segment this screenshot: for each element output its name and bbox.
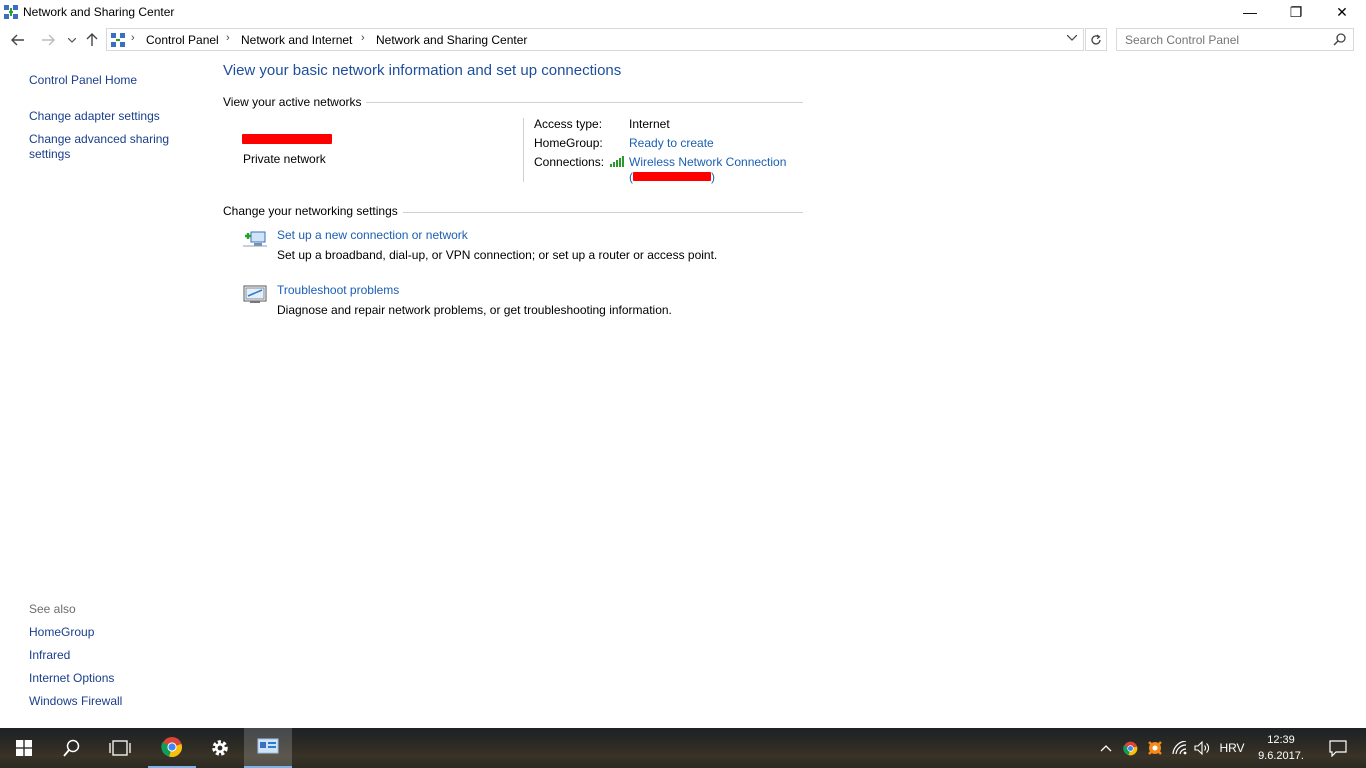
breadcrumb-network-sharing-center[interactable]: Network and Sharing Center: [376, 33, 527, 47]
back-button[interactable]: [8, 29, 28, 51]
breadcrumb-control-panel[interactable]: Control Panel: [146, 33, 219, 47]
tray-volume[interactable]: [1191, 728, 1213, 768]
show-hidden-icons-button[interactable]: [1096, 728, 1116, 768]
speaker-icon: [1194, 741, 1209, 755]
taskbar: HRV 12:39 9.6.2017.: [0, 728, 1366, 768]
breadcrumb-separator[interactable]: ›: [361, 32, 365, 44]
start-button[interactable]: [0, 728, 48, 768]
chevron-down-icon: [1066, 34, 1078, 41]
search-input[interactable]: [1117, 29, 1329, 50]
up-button[interactable]: [82, 29, 102, 51]
see-also-homegroup-link[interactable]: HomeGroup: [29, 625, 94, 640]
change-advanced-sharing-link[interactable]: Change advanced sharing: [29, 132, 169, 147]
setup-connection-description: Set up a broadband, dial-up, or VPN conn…: [277, 248, 718, 262]
see-also-windows-firewall-link[interactable]: Windows Firewall: [29, 694, 122, 709]
clock[interactable]: 12:39 9.6.2017.: [1252, 732, 1310, 764]
taskbar-chrome[interactable]: [148, 728, 196, 768]
clock-date: 9.6.2017.: [1258, 750, 1304, 762]
change-adapter-settings-link[interactable]: Change adapter settings: [29, 109, 160, 124]
change-settings-heading: Change your networking settings: [223, 204, 398, 218]
avast-icon: [1148, 741, 1162, 755]
redacted-network-name: [242, 134, 332, 144]
minimize-button[interactable]: —: [1227, 0, 1273, 24]
section-divider: [403, 212, 803, 213]
see-also-infrared-link[interactable]: Infrared: [29, 648, 70, 663]
redacted-ssid: [633, 172, 711, 181]
network-sharing-center-window: Network and Sharing Center — ❐ ✕ › Contr…: [0, 0, 1366, 728]
search-icon: [63, 739, 80, 757]
forward-button[interactable]: [38, 29, 58, 51]
address-row: › Control Panel › Network and Internet ›…: [0, 27, 1366, 53]
left-navigation-pane: Control Panel Home Change adapter settin…: [0, 60, 200, 728]
access-type-label: Access type:: [534, 117, 603, 131]
title-bar: Network and Sharing Center — ❐ ✕: [0, 0, 1366, 24]
see-also-internet-options-link[interactable]: Internet Options: [29, 671, 114, 686]
homegroup-label: HomeGroup:: [534, 136, 603, 150]
wifi-signal-icon: [610, 156, 624, 167]
arrow-right-icon: [42, 34, 55, 46]
tray-language[interactable]: HRV: [1216, 728, 1248, 768]
refresh-button[interactable]: [1085, 28, 1107, 51]
window-title: Network and Sharing Center: [23, 5, 175, 19]
control-panel-icon: [257, 738, 279, 754]
notification-icon: [1329, 739, 1347, 757]
restore-button[interactable]: ❐: [1273, 0, 1319, 24]
tray-chrome[interactable]: [1119, 728, 1141, 768]
connections-label: Connections:: [534, 155, 605, 169]
task-view-button[interactable]: [96, 728, 144, 768]
network-center-icon: [4, 5, 18, 19]
troubleshoot-link[interactable]: Troubleshoot problems: [277, 283, 399, 297]
task-view-icon: [109, 740, 131, 756]
chevron-up-icon: [1100, 744, 1112, 751]
search-box[interactable]: [1116, 28, 1354, 51]
vertical-divider: [523, 118, 524, 182]
chrome-icon: [161, 737, 182, 757]
address-dropdown-button[interactable]: [1066, 32, 1078, 44]
change-advanced-sharing-link[interactable]: settings: [29, 147, 70, 162]
taskbar-settings[interactable]: [196, 728, 244, 768]
troubleshoot-description: Diagnose and repair network problems, or…: [277, 303, 672, 317]
refresh-icon: [1091, 34, 1101, 45]
search-icon[interactable]: [1333, 32, 1347, 46]
network-type-label[interactable]: Private network: [243, 152, 326, 166]
breadcrumb-network-and-internet[interactable]: Network and Internet: [241, 33, 352, 47]
breadcrumb-separator[interactable]: ›: [131, 32, 135, 44]
tray-network[interactable]: [1169, 728, 1191, 768]
setup-connection-link[interactable]: Set up a new connection or network: [277, 228, 468, 242]
tray-avast[interactable]: [1144, 728, 1166, 768]
see-also-label: See also: [29, 602, 76, 616]
clock-time: 12:39: [1267, 734, 1295, 746]
control-panel-home-link[interactable]: Control Panel Home: [29, 73, 137, 88]
control-panel-icon: [111, 33, 125, 47]
active-networks-heading: View your active networks: [223, 95, 362, 109]
page-title: View your basic network information and …: [223, 62, 622, 79]
breadcrumb-separator[interactable]: ›: [226, 32, 230, 44]
address-bar[interactable]: › Control Panel › Network and Internet ›…: [106, 28, 1084, 51]
recent-locations-button[interactable]: [62, 29, 82, 51]
wireless-connection-link[interactable]: Wireless Network Connection: [629, 155, 786, 169]
arrow-left-icon: [11, 34, 24, 46]
paren-close: ): [711, 170, 715, 184]
action-center-button[interactable]: [1318, 728, 1358, 768]
troubleshoot-icon: [243, 285, 267, 303]
chevron-down-icon: [68, 37, 76, 43]
wifi-icon: [1172, 741, 1187, 755]
arrow-up-icon: [86, 33, 98, 46]
search-taskbar-button[interactable]: [48, 728, 96, 768]
taskbar-control-panel[interactable]: [244, 728, 292, 768]
access-type-value: Internet: [629, 117, 670, 131]
close-button[interactable]: ✕: [1319, 0, 1365, 24]
section-divider: [366, 102, 803, 103]
chrome-icon: [1122, 741, 1137, 755]
homegroup-link[interactable]: Ready to create: [629, 136, 714, 150]
gear-icon: [212, 740, 228, 756]
windows-logo-icon: [16, 740, 32, 756]
new-connection-icon: [243, 231, 267, 247]
